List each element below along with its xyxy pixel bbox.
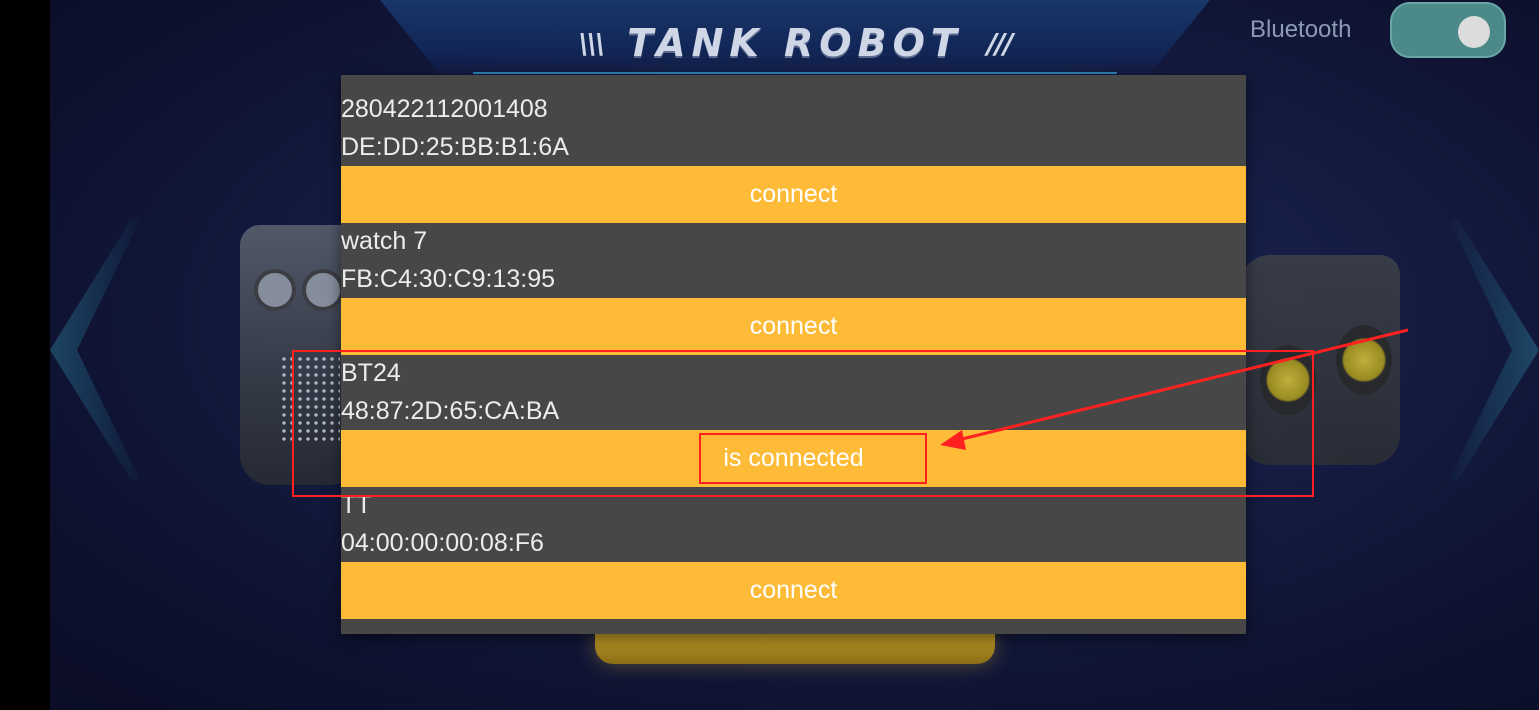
annotation-arrow-icon	[940, 328, 1409, 450]
